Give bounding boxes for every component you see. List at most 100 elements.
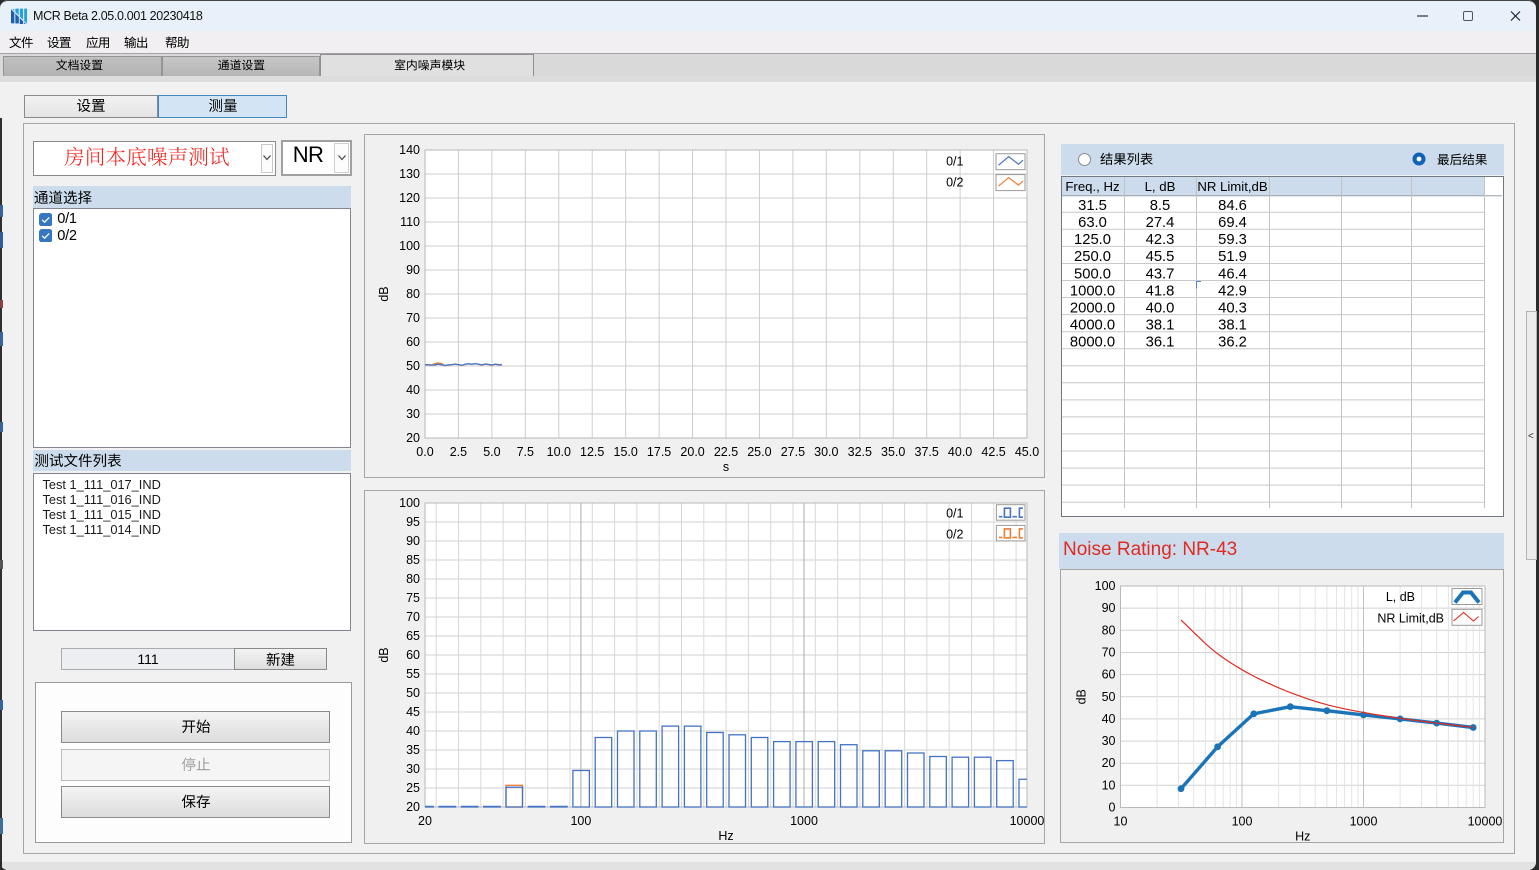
- svg-text:L, dB: L, dB: [1145, 179, 1176, 194]
- svg-text:8000.0: 8000.0: [1070, 334, 1115, 350]
- svg-text:NR Limit,dB: NR Limit,dB: [1377, 612, 1444, 626]
- svg-text:69.4: 69.4: [1218, 215, 1247, 231]
- svg-text:25: 25: [406, 781, 420, 795]
- svg-text:100: 100: [1095, 579, 1116, 593]
- svg-text:36.1: 36.1: [1146, 334, 1175, 350]
- svg-text:45: 45: [406, 705, 420, 719]
- svg-text:125.0: 125.0: [1074, 232, 1111, 248]
- svg-text:Hz: Hz: [718, 829, 733, 843]
- svg-text:20: 20: [406, 800, 420, 814]
- svg-text:84.6: 84.6: [1218, 198, 1247, 214]
- svg-text:70: 70: [406, 311, 420, 325]
- svg-text:46.4: 46.4: [1218, 266, 1247, 282]
- svg-text:NR Limit,dB: NR Limit,dB: [1197, 179, 1268, 194]
- svg-text:10: 10: [1114, 815, 1128, 829]
- svg-text:35.0: 35.0: [881, 445, 905, 459]
- svg-text:2000.0: 2000.0: [1070, 300, 1115, 316]
- svg-text:30: 30: [1102, 734, 1116, 748]
- svg-text:60: 60: [406, 648, 420, 662]
- svg-text:10: 10: [1102, 778, 1116, 792]
- svg-text:40: 40: [406, 383, 420, 397]
- svg-text:0.0: 0.0: [416, 445, 433, 459]
- svg-text:0/1: 0/1: [946, 506, 963, 520]
- svg-text:4000.0: 4000.0: [1070, 317, 1115, 333]
- svg-text:50: 50: [406, 686, 420, 700]
- svg-text:65: 65: [406, 629, 420, 643]
- svg-text:0/2: 0/2: [946, 527, 963, 541]
- svg-text:12.5: 12.5: [580, 445, 604, 459]
- svg-text:100: 100: [399, 496, 420, 510]
- svg-text:140: 140: [399, 143, 420, 157]
- svg-text:70: 70: [1102, 646, 1116, 660]
- svg-text:40: 40: [406, 724, 420, 738]
- svg-text:L, dB: L, dB: [1386, 590, 1415, 604]
- svg-text:42.3: 42.3: [1146, 232, 1175, 248]
- svg-text:40.0: 40.0: [1146, 300, 1175, 316]
- svg-text:30: 30: [406, 762, 420, 776]
- svg-text:95: 95: [406, 515, 420, 529]
- svg-text:50: 50: [1102, 690, 1116, 704]
- svg-text:2.5: 2.5: [450, 445, 467, 459]
- svg-text:22.5: 22.5: [714, 445, 738, 459]
- svg-text:110: 110: [400, 215, 420, 229]
- svg-text:31.5: 31.5: [1078, 198, 1107, 214]
- svg-text:32.5: 32.5: [848, 445, 872, 459]
- svg-text:70: 70: [406, 610, 420, 624]
- svg-text:17.5: 17.5: [647, 445, 671, 459]
- svg-text:40.0: 40.0: [948, 445, 972, 459]
- svg-text:27.4: 27.4: [1146, 215, 1175, 231]
- svg-text:20.0: 20.0: [680, 445, 704, 459]
- svg-text:0/1: 0/1: [946, 155, 963, 169]
- svg-text:80: 80: [406, 287, 420, 301]
- svg-text:100: 100: [399, 239, 420, 253]
- svg-text:38.1: 38.1: [1218, 317, 1247, 333]
- svg-text:120: 120: [399, 191, 420, 205]
- svg-text:20: 20: [418, 814, 432, 828]
- svg-text:15.0: 15.0: [614, 445, 638, 459]
- svg-text:10.0: 10.0: [547, 445, 571, 459]
- svg-text:75: 75: [406, 591, 420, 605]
- svg-text:90: 90: [406, 263, 420, 277]
- svg-text:Hz: Hz: [1295, 830, 1310, 844]
- svg-text:dB: dB: [1075, 689, 1089, 704]
- svg-text:130: 130: [399, 167, 420, 181]
- svg-text:dB: dB: [377, 286, 391, 301]
- svg-text:50: 50: [406, 359, 420, 373]
- svg-text:42.9: 42.9: [1218, 283, 1247, 299]
- svg-text:36.2: 36.2: [1218, 334, 1247, 350]
- svg-text:35: 35: [406, 743, 420, 757]
- svg-text:10000: 10000: [1010, 814, 1045, 828]
- svg-text:80: 80: [406, 572, 420, 586]
- svg-text:8.5: 8.5: [1150, 198, 1171, 214]
- svg-text:10000: 10000: [1468, 815, 1503, 829]
- svg-text:40: 40: [1102, 712, 1116, 726]
- svg-text:25.0: 25.0: [747, 445, 771, 459]
- svg-text:45.0: 45.0: [1015, 445, 1039, 459]
- svg-text:250.0: 250.0: [1074, 249, 1111, 265]
- svg-text:0: 0: [1109, 801, 1116, 815]
- svg-text:s: s: [723, 460, 729, 474]
- svg-text:55: 55: [406, 667, 420, 681]
- svg-text:60: 60: [406, 335, 420, 349]
- svg-text:1000.0: 1000.0: [1070, 283, 1115, 299]
- svg-text:38.1: 38.1: [1146, 317, 1175, 333]
- svg-text:51.9: 51.9: [1218, 249, 1247, 265]
- svg-text:20: 20: [406, 431, 420, 445]
- svg-text:40.3: 40.3: [1218, 300, 1247, 316]
- svg-text:dB: dB: [377, 647, 391, 662]
- svg-text:500.0: 500.0: [1074, 266, 1111, 282]
- svg-text:43.7: 43.7: [1146, 266, 1175, 282]
- svg-text:1000: 1000: [1350, 815, 1378, 829]
- svg-text:90: 90: [1102, 601, 1116, 615]
- svg-text:27.5: 27.5: [781, 445, 805, 459]
- svg-text:90: 90: [406, 534, 420, 548]
- svg-text:100: 100: [1232, 815, 1253, 829]
- svg-text:100: 100: [570, 814, 591, 828]
- svg-text:42.5: 42.5: [981, 445, 1005, 459]
- svg-text:60: 60: [1102, 668, 1116, 682]
- svg-text:30: 30: [406, 407, 420, 421]
- svg-text:63.0: 63.0: [1078, 215, 1107, 231]
- svg-text:59.3: 59.3: [1218, 232, 1247, 248]
- svg-text:5.0: 5.0: [483, 445, 500, 459]
- svg-text:7.5: 7.5: [517, 445, 534, 459]
